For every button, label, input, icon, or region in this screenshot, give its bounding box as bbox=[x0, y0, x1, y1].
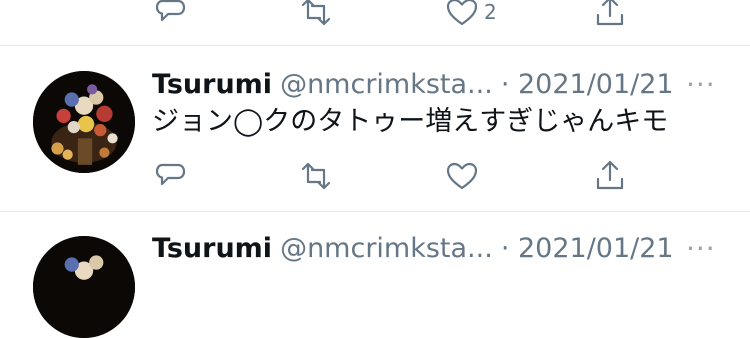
tweet-date[interactable]: · 2021/01/21 bbox=[501, 69, 674, 100]
tweet-text: ジョン◯クのタトゥー増えすぎじゃんキモ bbox=[152, 106, 669, 137]
like-button[interactable] bbox=[446, 160, 478, 192]
reply-button[interactable] bbox=[154, 160, 186, 192]
share-button[interactable] bbox=[594, 0, 626, 28]
prev-tweet-actions: 2 bbox=[0, 0, 750, 30]
reply-icon bbox=[155, 0, 186, 22]
display-name[interactable]: Tsurumi bbox=[152, 69, 272, 100]
retweet-icon bbox=[301, 162, 331, 190]
more-icon[interactable]: ··· bbox=[686, 68, 716, 101]
avatar[interactable] bbox=[33, 236, 135, 338]
share-button[interactable] bbox=[594, 160, 626, 192]
like-icon bbox=[446, 0, 478, 26]
retweet-button[interactable] bbox=[300, 0, 332, 28]
tweet-header: Tsurumi @nmcrimksta... · 2021/01/21 bbox=[152, 70, 674, 100]
retweet-icon bbox=[301, 0, 331, 26]
user-handle[interactable]: @nmcrimksta... bbox=[280, 69, 493, 100]
like-button[interactable]: 2 bbox=[446, 0, 497, 28]
divider bbox=[0, 45, 750, 46]
display-name[interactable]: Tsurumi bbox=[152, 233, 272, 264]
reply-button[interactable] bbox=[154, 0, 186, 28]
tweet-actions bbox=[0, 156, 750, 196]
like-count: 2 bbox=[484, 0, 497, 24]
avatar-image bbox=[33, 236, 135, 338]
share-icon bbox=[596, 160, 624, 190]
share-icon bbox=[596, 0, 624, 26]
like-icon bbox=[446, 162, 478, 190]
more-icon[interactable]: ··· bbox=[686, 232, 716, 265]
user-handle[interactable]: @nmcrimksta... bbox=[280, 233, 493, 264]
reply-icon bbox=[155, 163, 186, 186]
retweet-button[interactable] bbox=[300, 160, 332, 192]
tweet-header: Tsurumi @nmcrimksta... · 2021/01/21 bbox=[152, 234, 674, 264]
divider bbox=[0, 211, 750, 212]
tweet-date[interactable]: · 2021/01/21 bbox=[501, 233, 674, 264]
